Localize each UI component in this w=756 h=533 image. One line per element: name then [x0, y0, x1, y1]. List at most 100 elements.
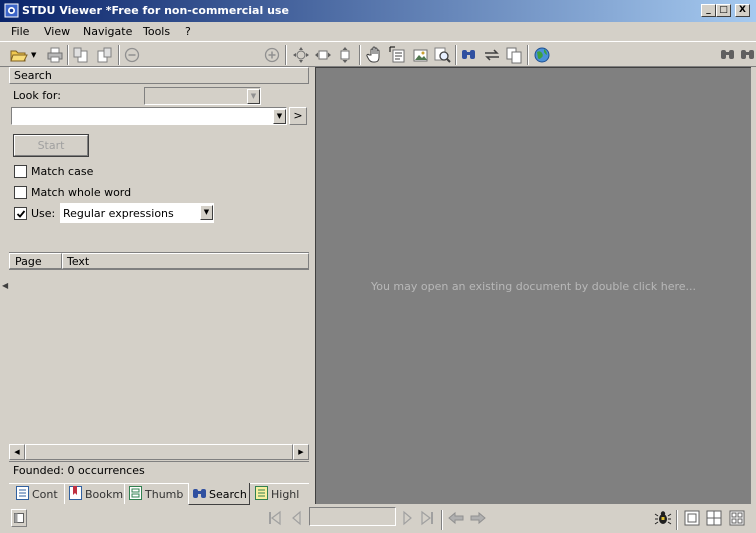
open-dropdown-arrow-icon[interactable]: ▼	[31, 51, 36, 59]
match-whole-word-label: Match whole word	[31, 186, 132, 199]
start-button[interactable]: Start	[13, 134, 89, 157]
toolbar-separator	[527, 45, 529, 65]
fit-width-icon[interactable]	[314, 46, 332, 64]
tab-contents[interactable]: Cont	[12, 484, 64, 504]
zoom-in-icon[interactable]	[263, 46, 281, 64]
app-icon	[4, 3, 19, 18]
single-page-view-icon[interactable]	[683, 509, 701, 527]
zoom-out-icon[interactable]	[123, 46, 141, 64]
thumbnails-icon	[129, 486, 142, 500]
minimize-button[interactable]: _	[701, 4, 716, 17]
collapse-panel-arrow-icon[interactable]: ◀	[2, 281, 8, 290]
close-button[interactable]: X	[735, 4, 750, 17]
select-text-icon[interactable]	[389, 46, 407, 64]
continuous-view-icon[interactable]	[728, 509, 746, 527]
use-checkbox[interactable]	[14, 207, 27, 220]
toolbar-separator	[455, 45, 457, 65]
find-replace-icon[interactable]	[483, 46, 501, 64]
find-icon[interactable]	[460, 46, 478, 64]
results-horizontal-scrollbar[interactable]: ◀ ▶	[9, 444, 309, 460]
statusbar-separator	[441, 510, 443, 530]
results-list[interactable]	[9, 270, 309, 444]
match-case-checkbox[interactable]	[14, 165, 27, 178]
find-previous-icon[interactable]	[739, 46, 756, 64]
start-button-label: Start	[14, 135, 88, 156]
menu-navigate[interactable]: Navigate	[83, 25, 132, 38]
internet-icon[interactable]	[533, 46, 551, 64]
panel-toggle-icon	[14, 513, 24, 523]
scroll-left-arrow-icon[interactable]: ◀	[9, 444, 25, 460]
toolbar-separator	[118, 45, 120, 65]
search-panel: Search Look for: ▼ > Start Match case Ma…	[9, 67, 309, 483]
fit-page-icon[interactable]	[292, 46, 310, 64]
rotate-right-icon[interactable]	[95, 46, 113, 64]
tab-bookmarks[interactable]: Bookm	[64, 484, 124, 504]
menu-bar: File View Navigate Tools ?	[0, 22, 756, 41]
tab-bookmarks-label: Bookm	[85, 488, 124, 501]
look-for-combobox[interactable]: ▼	[11, 107, 287, 125]
bookmark-icon	[69, 486, 82, 500]
first-page-icon[interactable]	[266, 509, 284, 527]
results-status-text: Founded: 0 occurrences	[13, 464, 145, 477]
previous-page-icon[interactable]	[288, 509, 306, 527]
document-area[interactable]: You may open an existing document by dou…	[315, 67, 751, 504]
copy-icon[interactable]	[505, 46, 523, 64]
fit-height-icon[interactable]	[336, 46, 354, 64]
tab-highlights-label: Highl	[271, 488, 300, 501]
forward-icon[interactable]	[469, 509, 487, 527]
bug-report-icon[interactable]	[654, 509, 672, 527]
use-mode-select[interactable]: Regular expressions ▼	[60, 203, 214, 223]
last-page-icon[interactable]	[418, 509, 436, 527]
results-column-text-label: Text	[67, 255, 90, 268]
highlights-icon	[255, 486, 268, 500]
results-header: Page Text	[9, 253, 309, 270]
window-title: STDU Viewer *Free for non-commercial use	[22, 4, 289, 17]
open-folder-icon[interactable]	[10, 46, 28, 64]
look-for-label: Look for:	[13, 89, 61, 102]
results-column-text[interactable]: Text	[62, 253, 309, 269]
menu-help[interactable]: ?	[185, 25, 191, 38]
checkmark-icon	[16, 210, 26, 218]
results-status-bar: Founded: 0 occurrences	[9, 461, 309, 481]
toolbar-separator	[67, 45, 69, 65]
find-next-icon[interactable]	[719, 46, 737, 64]
menu-tools[interactable]: Tools	[143, 25, 170, 38]
binoculars-icon	[193, 489, 206, 498]
rotate-left-icon[interactable]	[72, 46, 90, 64]
scroll-thumb[interactable]	[25, 444, 293, 460]
menu-view[interactable]: View	[44, 25, 70, 38]
tab-thumbnails[interactable]: Thumb	[124, 484, 188, 504]
select-image-icon[interactable]	[411, 46, 429, 64]
toolbar-separator	[285, 45, 287, 65]
toolbar-separator	[359, 45, 361, 65]
use-label: Use:	[31, 207, 56, 220]
search-panel-title: Search	[14, 69, 52, 82]
print-icon[interactable]	[46, 46, 64, 64]
statusbar-separator	[676, 510, 678, 530]
menu-file[interactable]: File	[11, 25, 29, 38]
title-bar[interactable]: STDU Viewer *Free for non-commercial use…	[0, 0, 756, 22]
scroll-right-arrow-icon[interactable]: ▶	[293, 444, 309, 460]
results-column-page-label: Page	[15, 255, 42, 268]
hand-tool-icon[interactable]	[366, 46, 384, 64]
tab-search[interactable]: Search	[188, 483, 250, 505]
toolbar: ▼ ▼	[0, 41, 756, 105]
use-mode-dropdown-arrow-icon[interactable]: ▼	[200, 205, 213, 220]
tab-search-label: Search	[209, 488, 247, 501]
tab-contents-label: Cont	[32, 488, 58, 501]
results-column-page[interactable]: Page	[9, 253, 62, 269]
magnifier-icon[interactable]	[433, 46, 451, 64]
contents-icon	[16, 486, 29, 500]
tab-highlights[interactable]: Highl	[251, 484, 305, 504]
go-button[interactable]: >	[289, 107, 307, 125]
toggle-panel-button[interactable]	[11, 509, 27, 527]
next-page-icon[interactable]	[398, 509, 416, 527]
facing-pages-view-icon[interactable]	[705, 509, 723, 527]
back-icon[interactable]	[447, 509, 465, 527]
match-whole-word-checkbox[interactable]	[14, 186, 27, 199]
page-number-field[interactable]	[309, 507, 396, 526]
maximize-button[interactable]: □	[716, 4, 731, 17]
open-document-hint: You may open an existing document by dou…	[370, 280, 697, 293]
search-panel-header: Search	[9, 67, 309, 84]
look-for-dropdown-arrow-icon[interactable]: ▼	[273, 109, 286, 124]
